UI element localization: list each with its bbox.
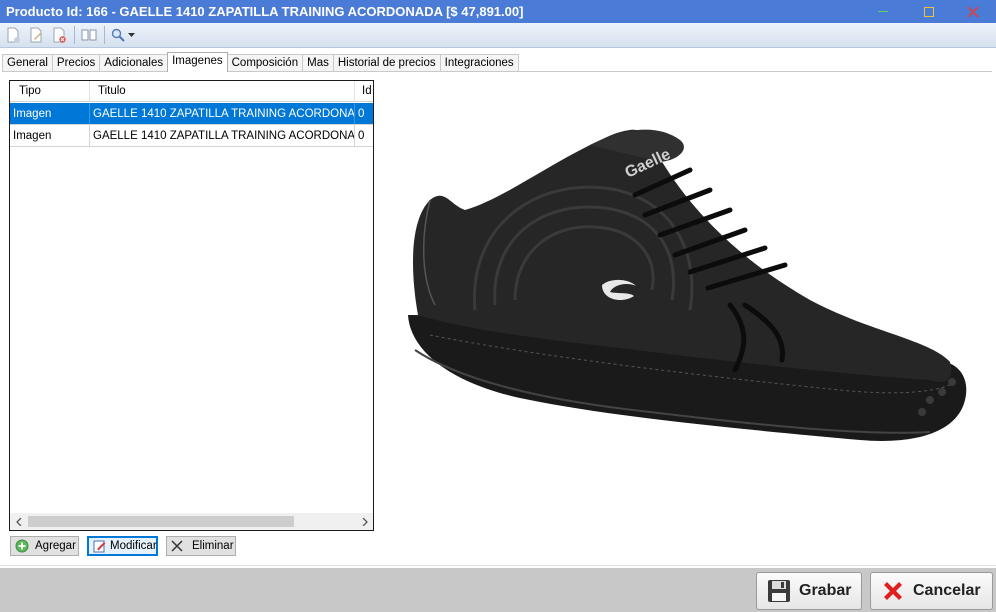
product-image-preview: Gaelle [390, 100, 980, 500]
scroll-left-button[interactable] [10, 513, 27, 530]
title-bar: Producto Id: 166 - GAELLE 1410 ZAPATILLA… [0, 0, 996, 23]
close-icon [171, 539, 183, 553]
toolbar-separator [104, 26, 105, 44]
delete-document-icon [53, 27, 66, 43]
tab-precios[interactable]: Precios [51, 54, 101, 72]
new-document-icon [7, 27, 20, 43]
modificar-label: Modificar [110, 540, 157, 552]
edit-icon [93, 539, 107, 553]
add-icon [15, 539, 29, 553]
table-row[interactable]: Imagen GAELLE 1410 ZAPATILLA TRAINING AC… [10, 103, 373, 125]
chevron-left-icon [15, 517, 21, 526]
tab-adicionales[interactable]: Adicionales [99, 54, 169, 72]
column-header-id[interactable]: Id [355, 81, 373, 101]
column-header-tipo[interactable]: Tipo [10, 81, 90, 101]
tab-panel-border [2, 71, 992, 72]
table-row[interactable]: Imagen GAELLE 1410 ZAPATILLA TRAINING AC… [10, 125, 373, 147]
product-window: Producto Id: 166 - GAELLE 1410 ZAPATILLA… [0, 0, 996, 612]
search-dropdown-button[interactable] [108, 25, 138, 45]
shoe-image: Gaelle [408, 129, 967, 441]
eliminar-label: Eliminar [192, 540, 234, 552]
tab-integraciones[interactable]: Integraciones [439, 54, 519, 72]
delete-button[interactable] [48, 25, 70, 45]
minimize-button[interactable] [860, 0, 906, 23]
horizontal-scrollbar[interactable] [10, 513, 373, 530]
cell-titulo: GAELLE 1410 ZAPATILLA TRAINING ACORDONA.… [90, 125, 355, 146]
edit-button[interactable] [25, 25, 47, 45]
close-button[interactable] [950, 0, 996, 23]
chevron-right-icon [362, 517, 368, 526]
search-icon [111, 28, 125, 42]
cell-id: 0 [358, 130, 365, 142]
tab-composicion[interactable]: Composición [226, 54, 304, 72]
new-button[interactable] [2, 25, 24, 45]
scrollbar-thumb[interactable] [28, 516, 294, 527]
eliminar-button[interactable]: Eliminar [166, 536, 236, 556]
cell-tipo: Imagen [10, 103, 90, 124]
maximize-button[interactable] [906, 0, 952, 23]
close-icon [967, 5, 979, 18]
cancel-icon [879, 577, 907, 605]
agregar-button[interactable]: Agregar [10, 536, 79, 556]
images-grid[interactable]: Tipo Titulo Id Imagen GAELLE 1410 ZAPATI… [9, 80, 374, 531]
tab-historial-de-precios[interactable]: Historial de precios [332, 54, 441, 72]
tab-strip: General Precios Adicionales Imagenes Com… [2, 52, 519, 72]
tab-mas[interactable]: Mas [302, 54, 334, 72]
cell-titulo: GAELLE 1410 ZAPATILLA TRAINING ACORDONA.… [90, 103, 355, 124]
footer-divider [0, 565, 996, 566]
book-button[interactable] [78, 25, 100, 45]
scroll-right-button[interactable] [356, 513, 373, 530]
grid-header: Tipo Titulo Id [10, 81, 373, 102]
agregar-label: Agregar [35, 540, 76, 552]
chevron-down-icon [128, 32, 135, 37]
minimize-icon [878, 11, 888, 12]
column-header-titulo[interactable]: Titulo [90, 81, 355, 101]
cell-tipo: Imagen [10, 125, 90, 146]
tab-general[interactable]: General [2, 54, 53, 72]
cancelar-label: Cancelar [913, 582, 981, 599]
modificar-button[interactable]: Modificar [87, 536, 158, 556]
toolbar-separator [74, 26, 75, 44]
save-icon [765, 577, 793, 605]
cancelar-button[interactable]: Cancelar [870, 572, 993, 610]
grabar-button[interactable]: Grabar [756, 572, 862, 610]
toolbar [0, 23, 996, 48]
window-title: Producto Id: 166 - GAELLE 1410 ZAPATILLA… [6, 4, 524, 19]
edit-document-icon [30, 27, 42, 43]
cell-id: 0 [358, 108, 365, 120]
grabar-label: Grabar [799, 582, 852, 599]
tab-imagenes[interactable]: Imagenes [167, 52, 228, 72]
maximize-icon [924, 6, 934, 17]
book-icon [81, 29, 97, 41]
